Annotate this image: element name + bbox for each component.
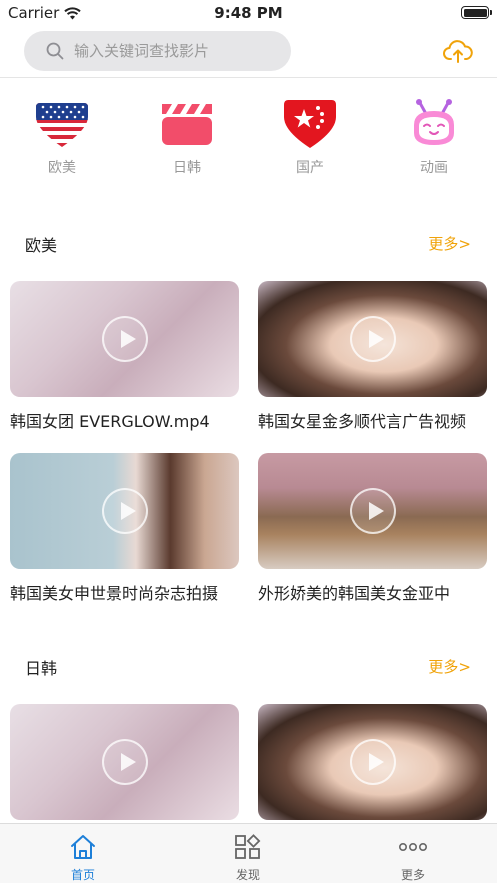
video-thumbnail[interactable] <box>258 453 487 569</box>
video-card[interactable]: 韩国女团 EVERGLOW.mp4 <box>10 281 239 432</box>
video-thumbnail[interactable] <box>10 281 239 397</box>
category-label: 国产 <box>296 160 324 176</box>
clapperboard-icon <box>162 104 212 145</box>
tab-discover[interactable]: 发现 <box>208 832 288 883</box>
section-title: 欧美 <box>25 236 58 255</box>
cloud-upload-icon[interactable] <box>443 38 473 64</box>
video-title: 韩国女团 EVERGLOW.mp4 <box>10 412 210 431</box>
play-icon <box>349 739 396 785</box>
tab-label: 发现 <box>235 868 260 882</box>
status-time: 9:48 PM <box>214 4 283 22</box>
tab-more[interactable]: 更多 <box>373 832 453 883</box>
category-label: 日韩 <box>173 160 201 176</box>
section-header-oumei: 欧美 更多> <box>0 228 497 258</box>
play-icon <box>349 316 396 362</box>
category-oumei[interactable]: 欧美 <box>22 95 102 177</box>
tab-bar: 首页 发现 更多 <box>0 823 497 883</box>
video-thumbnail[interactable] <box>258 281 487 397</box>
search-bar[interactable] <box>24 31 291 71</box>
play-icon <box>101 739 148 785</box>
discover-grid-icon <box>235 834 261 859</box>
search-icon <box>46 42 64 60</box>
category-donghua[interactable]: 动画 <box>394 95 474 177</box>
status-bar: Carrier 9:48 PM <box>0 0 497 26</box>
video-title: 韩国女星金多顺代言广告视频 <box>258 412 467 431</box>
more-dots-icon <box>398 843 427 852</box>
section-header-rihan: 日韩 更多> <box>0 651 497 681</box>
us-flag-icon <box>36 103 88 147</box>
category-guochan[interactable]: 国产 <box>270 95 350 177</box>
tab-home[interactable]: 首页 <box>43 832 123 883</box>
video-title: 外形娇美的韩国美女金亚中 <box>258 584 451 603</box>
battery-icon <box>461 6 492 19</box>
section-title: 日韩 <box>25 659 58 678</box>
category-label: 动画 <box>420 160 448 176</box>
more-link[interactable]: 更多> <box>428 656 471 677</box>
play-icon <box>349 488 396 534</box>
video-card[interactable] <box>258 704 487 820</box>
video-title: 韩国美女申世景时尚杂志拍摄 <box>10 584 219 603</box>
china-flag-icon <box>284 100 336 148</box>
video-card[interactable]: 外形娇美的韩国美女金亚中 <box>258 453 487 604</box>
home-icon <box>71 835 95 859</box>
category-row: 欧美 日韩 国产 动画 <box>0 95 497 185</box>
video-card[interactable]: 韩国美女申世景时尚杂志拍摄 <box>10 453 239 604</box>
more-link[interactable]: 更多> <box>428 233 471 254</box>
tab-label: 首页 <box>70 868 95 882</box>
category-rihan[interactable]: 日韩 <box>147 95 227 177</box>
video-card[interactable] <box>10 704 239 820</box>
play-icon <box>101 316 148 362</box>
video-card[interactable]: 韩国女星金多顺代言广告视频 <box>258 281 487 432</box>
search-input[interactable] <box>74 42 274 60</box>
category-label: 欧美 <box>48 160 76 176</box>
video-thumbnail[interactable] <box>258 704 487 820</box>
cartoon-face-icon <box>414 99 454 145</box>
header-divider <box>0 77 497 78</box>
video-thumbnail[interactable] <box>10 453 239 569</box>
video-thumbnail[interactable] <box>10 704 239 820</box>
play-icon <box>101 488 148 534</box>
tab-label: 更多 <box>400 868 425 882</box>
